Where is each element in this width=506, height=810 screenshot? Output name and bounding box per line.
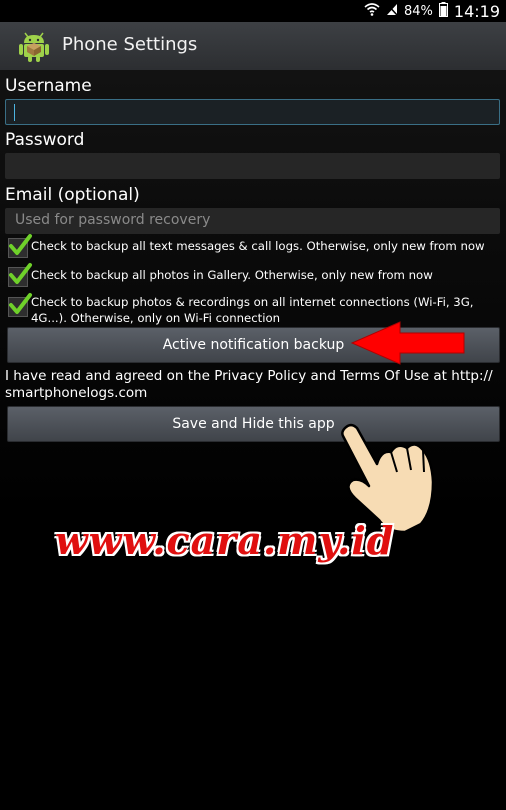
email-placeholder: Used for password recovery xyxy=(15,212,211,228)
red-arrow-icon xyxy=(350,321,465,365)
check-icon xyxy=(9,293,32,314)
status-indicators: 84% 14:19 xyxy=(364,0,500,22)
option-backup-photos[interactable]: Check to backup all photos in Gallery. O… xyxy=(8,263,500,287)
status-bar: 84% 14:19 xyxy=(0,0,506,22)
watermark-text: www.cara.my.id xyxy=(55,518,395,563)
check-icon xyxy=(9,263,32,284)
check-icon xyxy=(9,234,32,255)
email-label: Email (optional) xyxy=(5,185,140,205)
battery-icon xyxy=(438,1,448,21)
android-app-icon[interactable] xyxy=(18,29,50,63)
wifi-icon xyxy=(364,2,380,20)
password-field[interactable] xyxy=(5,153,500,179)
battery-percent: 84% xyxy=(403,3,433,19)
option-backup-photos-label: Check to backup all photos in Gallery. O… xyxy=(31,268,433,282)
text-cursor xyxy=(14,104,15,121)
signal-icon xyxy=(386,2,398,20)
action-bar: Phone Settings xyxy=(0,22,506,71)
checkbox-backup-photos[interactable] xyxy=(8,263,32,287)
email-field[interactable]: Used for password recovery xyxy=(5,208,500,234)
option-backup-messages[interactable]: Check to backup all text messages & call… xyxy=(8,234,500,258)
username-field[interactable] xyxy=(5,99,500,125)
password-label: Password xyxy=(5,130,85,150)
option-backup-messages-label: Check to backup all text messages & call… xyxy=(31,239,485,253)
checkbox-backup-messages[interactable] xyxy=(8,234,32,258)
privacy-policy-text: I have read and agreed on the Privacy Po… xyxy=(5,368,493,401)
checkbox-backup-all-connections[interactable] xyxy=(8,293,32,317)
username-label: Username xyxy=(5,76,92,96)
page-title: Phone Settings xyxy=(62,34,198,55)
clock: 14:19 xyxy=(453,1,500,21)
